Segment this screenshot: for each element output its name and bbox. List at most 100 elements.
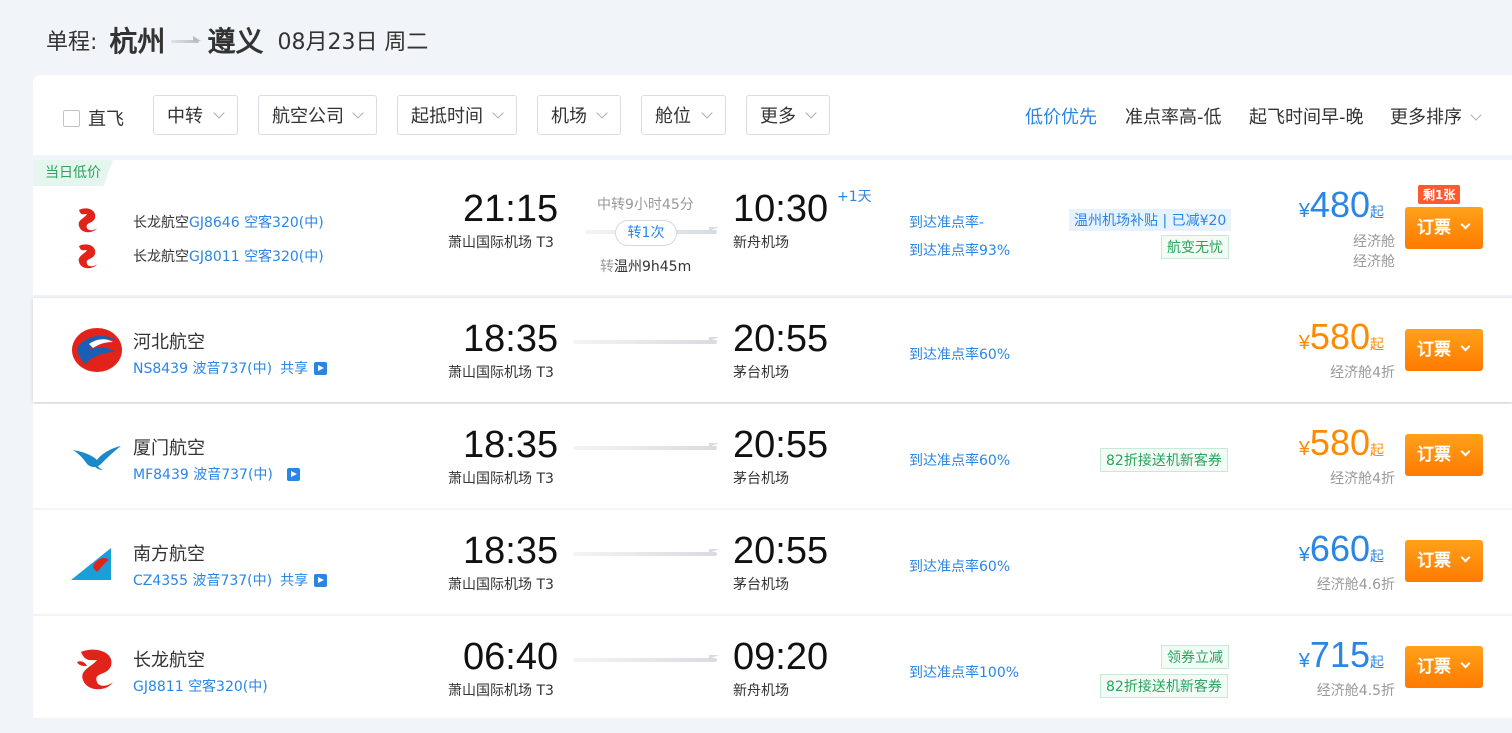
transfer-count-pill[interactable]: 转1次	[615, 220, 677, 246]
punctuality-rate[interactable]: 到达准点率-	[909, 212, 984, 232]
trip-type-label: 单程:	[46, 30, 98, 55]
airline-name: 南方航空	[133, 544, 205, 565]
arrival-airport: 新舟机场	[733, 683, 789, 699]
flight-row[interactable]: 长龙航空 GJ8811 空客320(中) 06:40 萧山国际机场 T3 09:…	[33, 616, 1512, 718]
airline-name: 河北航空	[133, 332, 205, 353]
airline-filter-dropdown[interactable]: 航空公司	[258, 95, 377, 135]
chevron-down-icon	[213, 107, 225, 119]
price: ¥660起	[1298, 528, 1384, 569]
airline-name: 厦门航空	[133, 438, 205, 459]
sort-more-label: 更多排序	[1390, 107, 1462, 128]
aircraft-type[interactable]: 波音737(中)	[193, 467, 273, 483]
coupon-tag[interactable]: 82折接送机新客券	[1100, 448, 1228, 472]
flight-number[interactable]: GJ8646	[189, 215, 240, 231]
flight-row[interactable]: 当日低价 长龙航空GJ8646 空客320(中) 长龙航空GJ8011 空客32…	[33, 160, 1512, 295]
book-button[interactable]: 订票	[1405, 434, 1483, 476]
chevron-down-icon	[492, 107, 504, 119]
book-button[interactable]: 订票	[1405, 329, 1483, 371]
change-protection-tag[interactable]: 航变无忧	[1161, 235, 1229, 259]
punctuality-rate[interactable]: 到达准点率93%	[909, 240, 1010, 260]
flight-row[interactable]: 南方航空 CZ4355 波音737(中) 共享 18:35 萧山国际机场 T3 2…	[33, 510, 1512, 614]
dropdown-label: 机场	[551, 106, 587, 127]
time-filter-dropdown[interactable]: 起抵时间	[397, 95, 517, 135]
aircraft-type[interactable]: 波音737(中)	[192, 361, 272, 377]
dropdown-label: 中转	[167, 106, 203, 127]
punctuality-rate[interactable]: 到达准点率60%	[909, 556, 1010, 576]
coupon-tag[interactable]: 82折接送机新客券	[1100, 674, 1228, 698]
flight-info: CZ4355 波音737(中) 共享	[133, 570, 328, 590]
direct-flight-checkbox[interactable]	[63, 109, 80, 127]
airline-name: 长龙航空	[133, 215, 189, 231]
cabin-filter-dropdown[interactable]: 舱位	[641, 95, 726, 135]
flight-info: GJ8811 空客320(中)	[133, 676, 268, 696]
plus-day-indicator: +1天	[837, 189, 872, 205]
route-header: 单程: 杭州 遵义 08月23日 周二	[46, 20, 428, 60]
transfer-filter-dropdown[interactable]: 中转	[153, 95, 238, 135]
sort-lowest-price[interactable]: 低价优先	[1025, 103, 1097, 129]
book-button[interactable]: 订票	[1405, 540, 1483, 582]
arrival-airport: 茅台机场	[733, 577, 789, 593]
book-button[interactable]: 订票	[1405, 646, 1483, 688]
departure-time: 18:35	[463, 318, 559, 360]
aircraft-type[interactable]: 波音737(中)	[192, 573, 272, 589]
sort-punctuality[interactable]: 准点率高-低	[1125, 103, 1222, 129]
transfer-city: 转温州9h45m	[600, 259, 692, 275]
more-filter-dropdown[interactable]: 更多	[746, 95, 830, 135]
chevron-down-icon	[805, 107, 817, 119]
punctuality-rate[interactable]: 到达准点率60%	[909, 450, 1010, 470]
direct-flight-label: 直飞	[88, 109, 124, 130]
chevron-down-icon	[1460, 341, 1471, 352]
departure-city: 杭州	[109, 25, 166, 58]
book-button[interactable]: 订票	[1405, 207, 1483, 249]
play-icon[interactable]	[314, 362, 328, 375]
cabin-class: 经济舱4.5折	[1316, 683, 1395, 699]
xiamen-airlines-logo-icon	[73, 446, 121, 470]
arrival-airport: 茅台机场	[733, 365, 789, 381]
chevron-down-icon	[1460, 658, 1471, 669]
travel-date: 08月23日 周二	[277, 30, 429, 55]
transfer-duration: 中转9小时45分	[597, 197, 694, 213]
airline-name: 长龙航空	[133, 249, 189, 265]
route-line-icon	[573, 443, 719, 450]
aircraft-type[interactable]: 空客320(中)	[188, 679, 268, 695]
departure-time: 18:35	[463, 424, 559, 466]
departure-time: 06:40	[463, 636, 559, 678]
cabin-class: 经济舱4折	[1330, 365, 1395, 381]
chevron-down-icon	[1460, 552, 1471, 563]
chevron-down-icon	[701, 107, 713, 119]
punctuality-rate[interactable]: 到达准点率100%	[909, 662, 1019, 682]
price: ¥580起	[1298, 316, 1384, 357]
leg-2-info: 长龙航空GJ8011 空客320(中)	[133, 246, 324, 266]
sort-departure-time[interactable]: 起飞时间早-晚	[1249, 103, 1364, 129]
flight-number[interactable]: MF8439	[133, 467, 189, 483]
cabin-class: 经济舱	[1353, 234, 1395, 250]
chevron-down-icon	[352, 107, 364, 119]
flight-row[interactable]: 厦门航空 MF8439 波音737(中) 18:35 萧山国际机场 T3 20:…	[33, 404, 1512, 508]
arrival-city: 遵义	[207, 25, 264, 58]
codeshare-label[interactable]: 共享	[280, 573, 308, 589]
flight-number[interactable]: GJ8811	[133, 679, 184, 695]
arrival-time: 09:20	[733, 636, 829, 678]
flight-number[interactable]: CZ4355	[133, 573, 188, 589]
flight-row[interactable]: 河北航空 NS8439 波音737(中) 共享 18:35 萧山国际机场 T3 2…	[33, 298, 1512, 402]
coupon-tag[interactable]: 领券立减	[1161, 645, 1229, 669]
cabin-class: 经济舱	[1353, 254, 1395, 270]
aircraft-type[interactable]: 空客320(中)	[244, 215, 324, 231]
flight-number[interactable]: NS8439	[133, 361, 188, 377]
play-icon[interactable]	[314, 574, 328, 587]
departure-airport: 萧山国际机场 T3	[448, 365, 554, 381]
airport-filter-dropdown[interactable]: 机场	[537, 95, 621, 135]
arrival-time: 20:55	[733, 530, 829, 572]
aircraft-type[interactable]: 空客320(中)	[244, 249, 324, 265]
punctuality-rate[interactable]: 到达准点率60%	[909, 344, 1010, 364]
play-icon[interactable]	[286, 468, 300, 481]
departure-time: 18:35	[463, 530, 559, 572]
arrival-airport: 新舟机场	[733, 235, 789, 251]
price: ¥580起	[1298, 422, 1384, 463]
airport-subsidy-tag[interactable]: 温州机场补贴 | 已减¥20	[1069, 209, 1232, 231]
direct-flight-filter[interactable]: 直飞	[63, 105, 124, 131]
departure-airport: 萧山国际机场 T3	[448, 577, 554, 593]
codeshare-label[interactable]: 共享	[280, 361, 308, 377]
flight-number[interactable]: GJ8011	[189, 249, 240, 265]
sort-more[interactable]: 更多排序	[1390, 103, 1482, 129]
